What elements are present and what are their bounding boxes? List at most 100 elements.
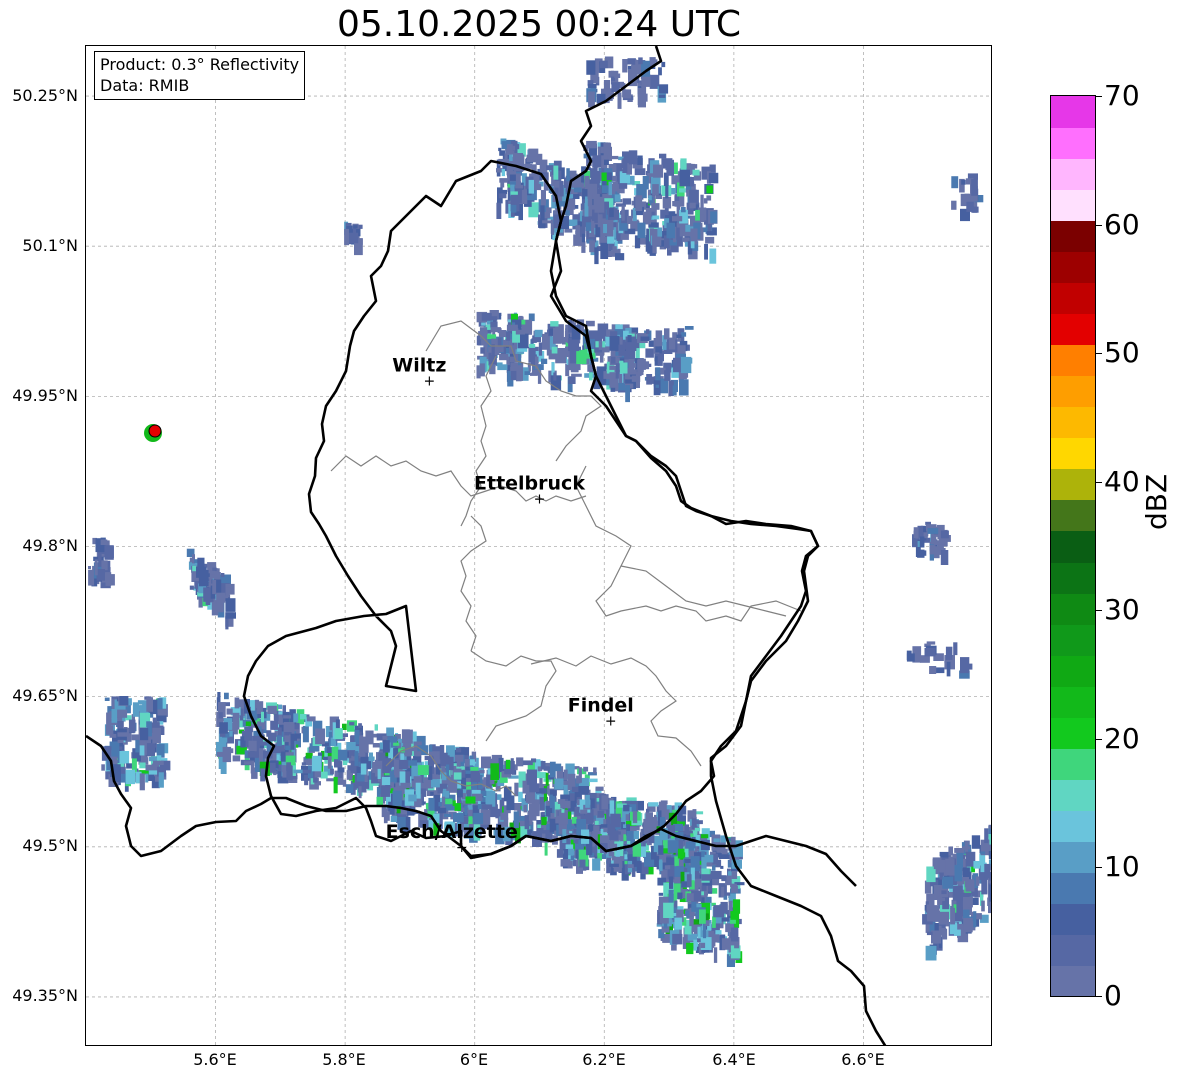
city-label: Esch/Alzette	[386, 821, 518, 843]
colorbar-tick	[1096, 738, 1102, 740]
echo-cell	[709, 248, 717, 264]
echo-cell	[148, 770, 158, 775]
echo-cell	[962, 663, 973, 670]
echo-cell	[473, 816, 477, 821]
echo-cell	[189, 585, 194, 590]
echo-cell	[368, 756, 375, 762]
echo-cell	[260, 768, 266, 782]
echo-cell	[216, 592, 226, 603]
echo-cell	[951, 176, 959, 189]
echo-cell	[614, 73, 621, 78]
product-info-box: Product: 0.3° Reflectivity Data: RMIB	[94, 51, 306, 100]
graticule	[86, 46, 991, 1045]
echo-cell	[694, 820, 703, 825]
echo-cell	[541, 358, 548, 364]
echo-cell	[119, 751, 130, 764]
echo-cell	[684, 326, 694, 330]
echo-cell	[946, 661, 951, 677]
echo-cell	[212, 567, 217, 572]
echo-cell	[489, 779, 495, 785]
echo-cell	[599, 60, 608, 69]
echo-cell	[270, 720, 278, 730]
echo-cell	[711, 870, 722, 880]
echo-cell	[306, 716, 316, 722]
echo-cell	[609, 336, 620, 351]
echo-cell	[619, 362, 628, 374]
echo-cell	[531, 758, 537, 763]
echo-cell	[677, 892, 683, 900]
echo-cell	[536, 820, 542, 825]
echo-cell	[648, 802, 659, 807]
canton-border-east	[575, 465, 802, 622]
echo-cell	[561, 809, 565, 813]
canton-border-west-center	[460, 515, 487, 652]
echo-cell	[465, 796, 476, 804]
lat-tick-label: 49.5°N	[22, 836, 78, 855]
echo-cell	[393, 742, 400, 746]
echo-cell	[576, 349, 587, 365]
echo-cell	[192, 565, 197, 572]
echo-cell	[627, 864, 634, 868]
echo-cell	[646, 374, 653, 385]
echo-cell	[652, 237, 657, 254]
echo-cell	[972, 897, 979, 905]
echo-cell	[592, 858, 601, 871]
echo-cell	[449, 783, 455, 789]
echo-cell	[222, 746, 232, 763]
echo-cell	[705, 236, 715, 244]
echo-cell	[523, 804, 527, 813]
echo-cell	[267, 705, 277, 714]
echo-cell	[704, 243, 708, 260]
echo-cell	[652, 184, 659, 196]
echo-cell	[304, 774, 309, 786]
echo-cell	[929, 545, 936, 555]
echo-cell	[980, 851, 986, 855]
canton-border-grevenmacher	[620, 565, 787, 617]
colorbar-segment	[1051, 871, 1095, 904]
colorbar-segment	[1051, 592, 1095, 625]
echo-cell	[515, 329, 526, 335]
echo-cell	[146, 697, 153, 712]
echo-cell	[524, 815, 530, 830]
echo-cell	[704, 854, 714, 863]
radar-map[interactable]: + Wiltz + Ettelbruck + Findel + Esch/Alzette	[85, 45, 992, 1046]
echo-cell	[500, 180, 505, 188]
echo-cell	[517, 364, 523, 381]
echo-cell	[479, 769, 485, 774]
echo-cell	[666, 159, 674, 176]
echo-cell	[713, 947, 718, 963]
echo-cell	[731, 871, 738, 879]
colorbar-tick	[1096, 867, 1102, 869]
echo-cell	[510, 370, 517, 381]
echo-cell	[232, 755, 241, 762]
echo-cell	[549, 328, 554, 336]
echo-cell	[607, 830, 619, 841]
echo-cell	[684, 859, 692, 863]
echo-cell	[637, 155, 643, 165]
echo-cell	[538, 342, 543, 356]
echo-cell	[971, 179, 978, 196]
echo-cell	[376, 796, 383, 806]
echo-cell	[499, 353, 509, 361]
colorbar-segment	[1051, 437, 1095, 470]
echo-cell	[455, 747, 462, 753]
colorbar-tick	[1096, 481, 1102, 483]
echo-cell	[617, 831, 621, 835]
colorbar-title: dBZ	[1140, 473, 1173, 530]
data-source-label: Data: RMIB	[100, 76, 190, 95]
echo-cell	[945, 646, 953, 660]
echo-cell	[293, 769, 303, 774]
echo-cell	[220, 573, 225, 578]
canton-borders	[330, 320, 802, 797]
echo-cell	[587, 192, 593, 207]
echo-cell	[950, 907, 955, 925]
echo-cell	[617, 92, 622, 109]
echo-cell	[658, 84, 669, 94]
echo-cell	[636, 860, 642, 873]
echo-cell	[541, 816, 547, 826]
echo-cell	[658, 906, 664, 913]
canton-border-center	[460, 355, 497, 527]
echo-cell	[446, 764, 450, 777]
echo-cell	[593, 767, 597, 774]
echo-cell	[588, 330, 600, 339]
